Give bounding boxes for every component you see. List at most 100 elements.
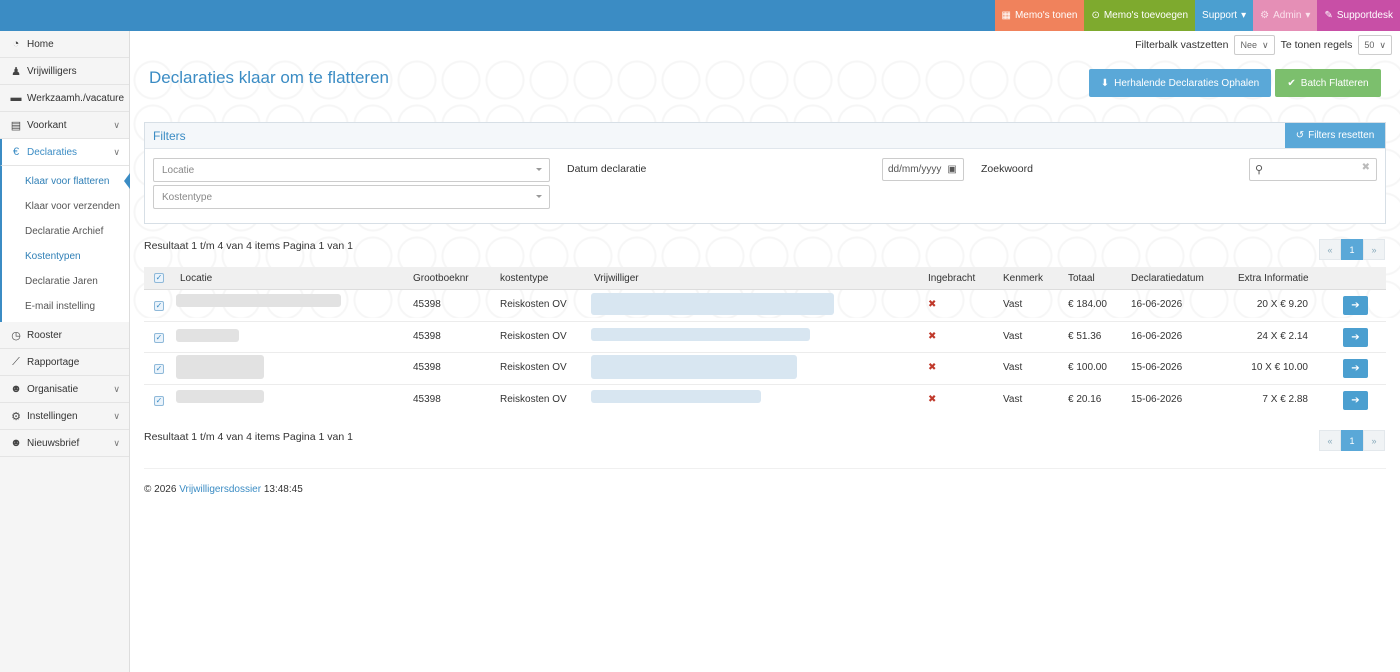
pager-next-button[interactable]: » xyxy=(1363,239,1385,260)
sidebar-sub-klaar-voor-verzenden[interactable]: Klaar voor verzenden xyxy=(2,194,129,219)
cell-kostentype: Reiskosten OV xyxy=(500,362,567,373)
pager-prev-button[interactable]: « xyxy=(1319,430,1341,451)
cell-kenmerk: Vast xyxy=(1003,362,1023,373)
cell-totaal: € 20.16 xyxy=(1068,393,1102,405)
sidebar-item-label: Voorkant xyxy=(27,119,67,131)
cell-totaal: € 184.00 xyxy=(1068,299,1107,310)
admin-label: Admin xyxy=(1273,10,1302,21)
sidebar-item-nieuwsbrief[interactable]: ☻ Nieuwsbrief ∨ xyxy=(0,430,129,457)
table-row: ✓ 45398 Reiskosten OV ✖ Vast € 184.00 16… xyxy=(144,290,1386,322)
col-vrijwilliger[interactable]: Vrijwilliger xyxy=(594,273,639,284)
footer-link[interactable]: Vrijwilligersdossier xyxy=(179,484,261,495)
sidebar-sub-klaar-voor-flatteren[interactable]: Klaar voor flatteren xyxy=(2,169,130,194)
sidebar-item-organisatie[interactable]: ☻ Organisatie ∨ xyxy=(0,376,129,403)
locatie-select[interactable]: Locatie xyxy=(153,158,550,182)
open-row-button[interactable]: ➔ xyxy=(1343,390,1368,410)
herhalende-label: Herhalende Declaraties Ophalen xyxy=(1114,77,1260,89)
col-locatie[interactable]: Locatie xyxy=(180,273,212,284)
sidebar-sub-label: Klaar voor verzenden xyxy=(25,201,121,212)
cell-totaal: € 100.00 xyxy=(1068,362,1107,373)
batch-flatteren-button[interactable]: ✔ Batch Flatteren xyxy=(1275,69,1381,97)
redacted-vrijwilliger xyxy=(591,355,797,379)
sidebar-item-label: Rooster xyxy=(27,329,63,341)
pager-page-button[interactable]: 1 xyxy=(1341,239,1363,260)
sidebar-item-declaraties[interactable]: € Declaraties ∨ xyxy=(0,139,129,166)
regels-select[interactable]: 50 ∨ xyxy=(1358,35,1392,55)
edit-icon: ✎ xyxy=(1324,10,1333,21)
col-totaal[interactable]: Totaal xyxy=(1068,273,1095,284)
col-extra-informatie[interactable]: Extra Informatie xyxy=(1238,273,1309,284)
cell-totaal: € 51.36 xyxy=(1068,330,1102,342)
supportdesk-button[interactable]: ✎ Supportdesk xyxy=(1317,0,1400,31)
datum-label: Datum declaratie xyxy=(567,163,647,175)
memo-toevoegen-button[interactable]: ⊙ Memo's toevoegen xyxy=(1084,0,1196,31)
filterbalk-select[interactable]: Nee ∨ xyxy=(1234,35,1275,55)
memo-toevoegen-label: Memo's toevoegen xyxy=(1103,10,1189,21)
sidebar-sub-declaratie-jaren[interactable]: Declaratie Jaren xyxy=(2,269,129,294)
sidebar-item-label: Werkzaamh./vacature xyxy=(27,92,125,104)
col-kenmerk[interactable]: Kenmerk xyxy=(1003,273,1043,284)
sidebar-item-home[interactable]: ◔ Home xyxy=(0,31,129,58)
row-checkbox[interactable]: ✓ xyxy=(154,301,164,311)
zoekwoord-input[interactable]: ⚲ ✖ xyxy=(1249,158,1377,181)
sidebar-sub-label: Declaratie Archief xyxy=(25,226,104,237)
support-dropdown[interactable]: Support ▾ xyxy=(1195,0,1254,31)
pagination-top: « 1 » xyxy=(1319,239,1385,260)
select-all-checkbox[interactable]: ✓ xyxy=(154,273,164,283)
sidebar-sub-kostentypen[interactable]: Kostentypen xyxy=(2,244,129,269)
support-label: Support xyxy=(1202,10,1238,21)
sidebar-item-instellingen[interactable]: ⚙ Instellingen ∨ xyxy=(0,403,129,430)
pager-prev-button[interactable]: « xyxy=(1319,239,1341,260)
users-icon: ☻ xyxy=(10,383,22,395)
herhalende-declaraties-button[interactable]: ⬇ Herhalende Declaraties Ophalen xyxy=(1089,69,1271,97)
sidebar-item-voorkant[interactable]: ▤ Voorkant ∨ xyxy=(0,112,129,139)
pager-page-button[interactable]: 1 xyxy=(1341,430,1363,451)
filters-reset-button[interactable]: ↺ Filters resetten xyxy=(1285,123,1385,148)
sidebar-sub-email-instelling[interactable]: E-mail instelling xyxy=(2,294,129,319)
filterbalk-label: Filterbalk vastzetten xyxy=(1135,39,1229,51)
sidebar-item-rooster[interactable]: ◷ Rooster xyxy=(0,322,129,349)
kostentype-select[interactable]: Kostentype xyxy=(153,185,550,209)
arrow-right-icon: ➔ xyxy=(1351,331,1360,343)
caret-down-icon: ▾ xyxy=(1241,10,1247,21)
col-kostentype[interactable]: kostentype xyxy=(500,273,548,284)
cell-kenmerk: Vast xyxy=(1003,330,1023,342)
open-row-button[interactable]: ➔ xyxy=(1343,327,1368,347)
sidebar-sub-declaratie-archief[interactable]: Declaratie Archief xyxy=(2,219,129,244)
table-header: ✓ Locatie Grootboeknr kostentype Vrijwil… xyxy=(144,267,1386,290)
users-icon: ☻ xyxy=(10,437,22,449)
row-checkbox[interactable]: ✓ xyxy=(154,395,164,406)
redacted-locatie xyxy=(176,355,264,379)
chevron-down-icon: ∨ xyxy=(113,411,120,421)
col-grootboeknr[interactable]: Grootboeknr xyxy=(413,273,469,284)
page-title: Declaraties klaar om te flatteren xyxy=(149,68,389,87)
col-declaratiedatum[interactable]: Declaratiedatum xyxy=(1131,273,1204,284)
col-ingebracht[interactable]: Ingebracht xyxy=(928,273,975,284)
filters-panel: Filters ↺ Filters resetten Locatie Kosten… xyxy=(144,122,1386,224)
row-checkbox[interactable]: ✓ xyxy=(154,332,164,343)
open-row-button[interactable]: ➔ xyxy=(1343,359,1368,378)
undo-icon: ↺ xyxy=(1295,130,1305,141)
clear-icon[interactable]: ✖ xyxy=(1362,162,1370,173)
sidebar-item-werkzaamheden[interactable]: ▬ Werkzaamh./vacature xyxy=(0,85,129,112)
sidebar-item-vrijwilligers[interactable]: ♟ Vrijwilligers xyxy=(0,58,129,85)
redacted-locatie xyxy=(176,294,341,307)
pager-next-button[interactable]: » xyxy=(1363,430,1385,451)
memo-tonen-button[interactable]: ▦ Memo's tonen xyxy=(994,0,1085,31)
cell-extra-informatie: 24 X € 2.14 xyxy=(1256,330,1308,342)
cell-grootboeknr: 45398 xyxy=(413,299,441,310)
chevron-down-icon: ∨ xyxy=(113,147,120,157)
not-submitted-icon: ✖ xyxy=(928,299,937,310)
admin-dropdown[interactable]: ⚙ Admin ▾ xyxy=(1253,0,1318,31)
sidebar-item-label: Organisatie xyxy=(27,383,79,395)
options-bar: Filterbalk vastzetten Nee ∨ Te tonen rege… xyxy=(1135,35,1392,55)
footer: © 2026 Vrijwilligersdossier 13:48:45 xyxy=(144,484,303,495)
check-circle-icon: ⊙ xyxy=(1091,10,1100,21)
euro-icon: € xyxy=(12,146,20,158)
sidebar-item-rapportage[interactable]: ⟋ Rapportage xyxy=(0,349,129,376)
supportdesk-label: Supportdesk xyxy=(1336,10,1393,21)
datum-input[interactable]: dd/mm/yyyy ▣ xyxy=(882,158,964,181)
cell-declaratiedatum: 16-06-2026 xyxy=(1131,330,1183,342)
open-row-button[interactable]: ➔ xyxy=(1343,296,1368,315)
row-checkbox[interactable]: ✓ xyxy=(154,364,164,374)
